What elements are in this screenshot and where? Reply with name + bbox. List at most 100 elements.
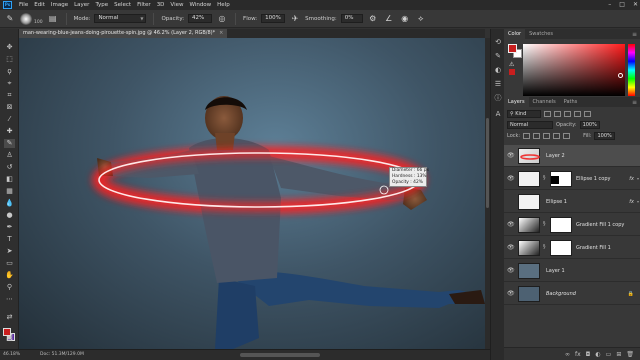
menu-file[interactable]: File [16, 2, 31, 8]
layer-row[interactable]: 👁 § Gradient Fill 1 [504, 237, 640, 259]
eye-icon[interactable]: 👁 [507, 290, 515, 297]
link-layers-icon[interactable]: ∞ [565, 351, 570, 358]
pen-tool-icon[interactable]: ✒ [4, 223, 15, 232]
chevron-down-icon[interactable]: ▾ [637, 176, 639, 181]
menu-edit[interactable]: Edit [31, 2, 48, 8]
quick-select-tool-icon[interactable]: ⌖ [4, 79, 15, 88]
lock-all-icon[interactable] [563, 133, 571, 139]
crop-tool-icon[interactable]: ⌗ [4, 91, 15, 100]
smoothing-field[interactable]: 0% [340, 14, 363, 23]
layer-row[interactable]: 👁 Layer 1 [504, 260, 640, 282]
mode-select[interactable]: Normal ▼ [94, 14, 147, 23]
maximize-button[interactable]: □ [619, 0, 625, 10]
layer-name[interactable]: Ellipse 1 copy [576, 176, 610, 182]
layer-name[interactable]: Gradient Fill 1 copy [576, 222, 624, 228]
hand-tool-icon[interactable]: ✋ [4, 271, 15, 280]
tab-color[interactable]: Color [504, 29, 526, 39]
menu-type[interactable]: Type [92, 2, 111, 8]
horizontal-scrollbar-thumb[interactable] [240, 353, 320, 357]
move-tool-icon[interactable]: ✥ [4, 43, 15, 52]
flow-field[interactable]: 100% [261, 14, 286, 23]
zoom-level[interactable]: 46.18% [3, 350, 20, 360]
layer-row[interactable]: 👁 § Gradient Fill 1 copy [504, 214, 640, 236]
lock-transparent-icon[interactable] [523, 133, 531, 139]
airbrush-icon[interactable]: ✈ [289, 13, 301, 25]
eye-icon[interactable]: 👁 [507, 221, 515, 228]
opacity-field[interactable]: 42% [188, 14, 213, 23]
properties-panel-icon[interactable]: ☰ [493, 79, 503, 89]
canvas[interactable]: Diameter : 66 px Hardness : 13% Opacity … [19, 38, 485, 349]
zoom-tool-icon[interactable]: ⚲ [4, 283, 15, 292]
symmetry-icon[interactable]: ⟡ [415, 13, 427, 25]
swap-colors-icon[interactable]: ⇄ [4, 313, 15, 322]
layer-name[interactable]: Layer 1 [546, 268, 565, 274]
filter-shape-icon[interactable] [574, 111, 581, 117]
shape-tool-icon[interactable]: ▭ [4, 259, 15, 268]
close-window-button[interactable]: ✕ [633, 0, 638, 10]
brush-panel-icon[interactable]: ✎ [493, 51, 503, 61]
adjustment-layer-icon[interactable]: ◐ [595, 351, 600, 358]
add-style-icon[interactable]: fx [575, 351, 581, 358]
color-panel-foreground-swatch[interactable] [508, 44, 517, 53]
adjustments-panel-icon[interactable]: ◐ [493, 65, 503, 75]
healing-tool-icon[interactable]: ✚ [4, 127, 15, 136]
new-group-icon[interactable]: ▭ [606, 351, 612, 358]
history-panel-icon[interactable]: ⟲ [493, 37, 503, 47]
brush-tool-icon[interactable]: ✎ [4, 13, 16, 25]
minimize-button[interactable]: – [608, 0, 611, 10]
layer-opacity-field[interactable]: 100% [579, 121, 600, 129]
eye-icon[interactable]: 👁 [507, 175, 515, 182]
layer-row[interactable]: 👁 Background 🔒 [504, 283, 640, 305]
lock-artboard-icon[interactable] [553, 133, 561, 139]
lock-position-icon[interactable] [543, 133, 551, 139]
filter-smart-object-icon[interactable] [584, 111, 591, 117]
panel-menu-icon[interactable]: ≡ [632, 99, 637, 106]
hue-slider[interactable] [628, 44, 635, 96]
document-tab[interactable]: man-wearing-blue-jeans-doing-pirouette-s… [19, 29, 228, 38]
stamp-tool-icon[interactable]: ♙ [4, 151, 15, 160]
brush-settings-icon[interactable]: ▤ [47, 13, 59, 25]
menu-3d[interactable]: 3D [154, 2, 168, 8]
gamut-warning-icon[interactable]: ⚠ [509, 62, 515, 68]
color-picker-ring[interactable] [618, 73, 623, 78]
eye-icon[interactable]: 👁 [507, 152, 515, 159]
marquee-tool-icon[interactable]: ⬚ [4, 55, 15, 64]
close-tab-icon[interactable]: × [219, 30, 223, 36]
web-safe-cube-icon[interactable] [509, 69, 515, 75]
pressure-opacity-icon[interactable]: ◎ [216, 13, 228, 25]
doc-size-info[interactable]: Doc: 51.3M/129.0M [40, 350, 84, 360]
layer-name[interactable]: Ellipse 1 [546, 199, 567, 205]
layer-name[interactable]: Background [546, 291, 576, 297]
tab-swatches[interactable]: Swatches [525, 29, 557, 39]
character-panel-icon[interactable]: A [493, 109, 503, 119]
fx-icon[interactable]: fx [629, 176, 634, 182]
brush-preset-picker[interactable] [20, 12, 32, 25]
eye-icon[interactable]: 👁 [507, 267, 515, 274]
path-select-tool-icon[interactable]: ➤ [4, 247, 15, 256]
foreground-color-swatch[interactable] [3, 328, 11, 336]
layer-fill-field[interactable]: 100% [594, 132, 615, 140]
menu-window[interactable]: Window [186, 2, 214, 8]
layer-name[interactable]: Gradient Fill 1 [576, 245, 611, 251]
add-mask-icon[interactable]: ◘ [586, 351, 591, 358]
scrollbar-thumb[interactable] [486, 118, 489, 208]
panel-menu-icon[interactable]: ≡ [632, 31, 637, 38]
filter-adjustment-icon[interactable] [554, 111, 561, 117]
filter-pixel-icon[interactable] [544, 111, 551, 117]
gradient-tool-icon[interactable]: ▦ [4, 187, 15, 196]
menu-help[interactable]: Help [214, 2, 233, 8]
tab-paths[interactable]: Paths [560, 97, 582, 107]
layer-row[interactable]: 👁 § Ellipse 1 copy fx ▾ [504, 168, 640, 190]
tab-layers[interactable]: Layers [504, 97, 529, 107]
more-tools-icon[interactable]: ⋯ [4, 295, 15, 304]
menu-filter[interactable]: Filter [134, 2, 154, 8]
blur-tool-icon[interactable]: 💧 [4, 199, 15, 208]
delete-layer-icon[interactable]: 🗑 [626, 351, 634, 358]
menu-select[interactable]: Select [111, 2, 134, 8]
blend-mode-select[interactable]: Normal [507, 121, 553, 129]
lasso-tool-icon[interactable]: ϙ [4, 67, 15, 76]
menu-layer[interactable]: Layer [71, 2, 92, 8]
new-layer-icon[interactable]: ⊞ [616, 351, 621, 358]
eraser-tool-icon[interactable]: ◧ [4, 175, 15, 184]
filter-type-icon[interactable] [564, 111, 571, 117]
